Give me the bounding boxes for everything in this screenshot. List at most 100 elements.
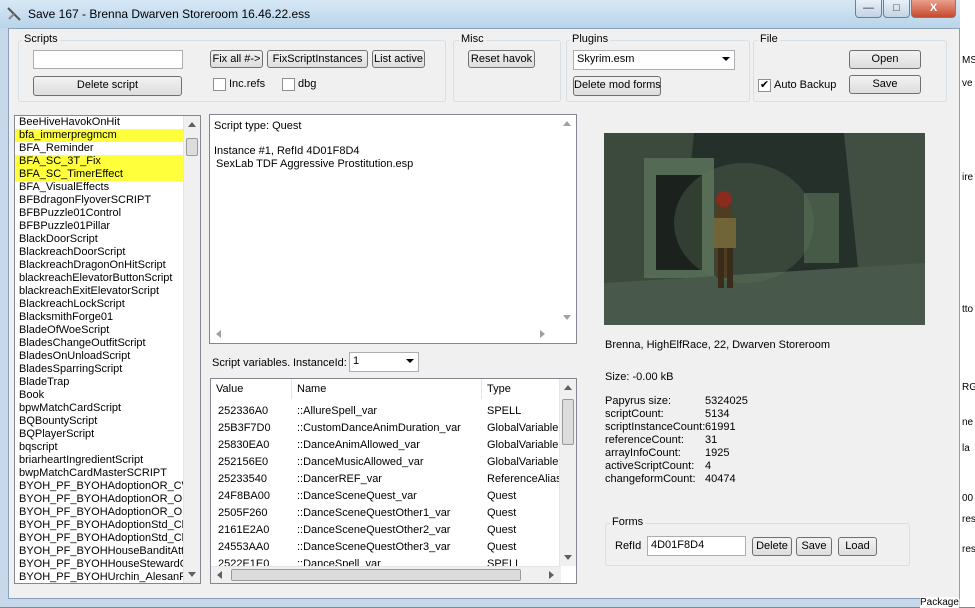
table-row[interactable]: 25B3F7D0::CustomDanceAnimDuration_var Glo… — [211, 420, 561, 437]
script-list-item[interactable]: BYOH_PF_BYOHAdoptionStd_Chil — [15, 532, 193, 545]
cell-value: 25233540 — [218, 473, 267, 485]
close-button[interactable]: X — [911, 0, 956, 18]
script-list-item[interactable]: BFBPuzzle01Pillar — [15, 220, 185, 233]
script-list-item[interactable]: bqscript — [15, 441, 185, 454]
variables-hscrollbar[interactable] — [211, 566, 561, 583]
scroll-up-arrow-icon[interactable] — [564, 385, 572, 390]
script-list-item[interactable]: BeeHiveHavokOnHit — [15, 116, 185, 129]
script-list-item[interactable]: BFA_SC_3T_Fix — [15, 155, 185, 168]
script-list-item[interactable]: blackreachElevatorButtonScript — [15, 272, 185, 285]
delete-mod-forms-button[interactable]: Delete mod forms — [573, 76, 661, 96]
script-list-item[interactable]: BladesSparringScript — [15, 363, 185, 376]
details-scrollbar[interactable] — [559, 115, 576, 326]
script-list-item[interactable]: BYOH_PF_BYOHAdoptionOR_CW — [15, 480, 192, 493]
maximize-button[interactable]: □ — [883, 0, 910, 18]
script-list-item[interactable]: BYOH_PF_BYOHAdoptionStd_Chil — [15, 519, 193, 532]
cell-value: 25830EA0 — [218, 439, 270, 451]
cell-type: Quest — [487, 507, 517, 519]
script-list-item[interactable]: BQPlayerScript — [15, 428, 185, 441]
scroll-right-arrow-icon[interactable] — [549, 571, 554, 579]
refid-input[interactable]: 4D01F8D4 — [647, 536, 746, 556]
inc-refs-checkbox[interactable] — [213, 78, 226, 91]
script-list-item[interactable]: BYOH_PF_BYOHHouseStewardOf — [15, 558, 191, 571]
script-list-item[interactable]: BladeOfWoeScript — [15, 324, 185, 337]
script-list-item[interactable]: BlackreachLockScript — [15, 298, 185, 311]
script-list-scrollbar[interactable] — [183, 116, 200, 583]
script-list-item[interactable]: BlacksmithForge01 — [15, 311, 185, 324]
instance-id-select[interactable]: 1 — [349, 352, 419, 372]
cell-type: ReferenceAlias — [487, 473, 561, 485]
open-button[interactable]: Open — [849, 50, 921, 69]
table-row[interactable]: 252156E0::DanceMusicAllowed_var GlobalVar… — [211, 454, 561, 471]
scroll-up-arrow-icon[interactable] — [188, 122, 196, 127]
save-size: Size: -0.00 kB — [605, 371, 674, 383]
variables-scrollbar[interactable] — [559, 379, 576, 566]
minimize-button[interactable]: — — [855, 0, 882, 18]
plugin-select[interactable]: Skyrim.esm — [573, 50, 735, 70]
table-row[interactable]: 252336A0::AllureSpell_var SPELL — [211, 403, 561, 420]
form-delete-button[interactable]: Delete — [752, 537, 792, 556]
variables-scroll-thumb[interactable] — [562, 399, 574, 445]
script-list-item[interactable]: BladesChangeOutfitScript — [15, 337, 185, 350]
fix-all-button[interactable]: Fix all #-> — [210, 50, 263, 68]
scroll-down-arrow-icon[interactable] — [188, 572, 196, 577]
script-list[interactable]: BeeHiveHavokOnHit bfa_immerpregmcm BFA_Rem… — [14, 115, 201, 584]
script-list-item[interactable]: BQBountyScript — [15, 415, 185, 428]
script-list-item[interactable]: blackreachExitElevatorScript — [15, 285, 185, 298]
table-row[interactable]: 2505F260::DanceSceneQuestOther1_var Quest — [211, 505, 561, 522]
table-row[interactable]: 24F8BA00::DanceSceneQuest_var Quest — [211, 488, 561, 505]
stat-value: 1925 — [705, 447, 730, 459]
fix-script-instances-button[interactable]: FixScriptInstances — [267, 50, 368, 68]
scroll-left-arrow-icon[interactable] — [217, 571, 222, 579]
script-list-item[interactable]: bpwMatchCardScript — [15, 402, 185, 415]
script-list-item[interactable]: BYOH_PF_BYOHUrchin_AlesanRu — [15, 571, 193, 583]
column-header-value[interactable]: Value — [211, 379, 292, 399]
script-list-item[interactable]: bfa_immerpregmcm — [15, 129, 185, 142]
scroll-down-arrow-icon[interactable] — [563, 315, 571, 320]
form-load-button[interactable]: Load — [838, 537, 877, 556]
scroll-left-arrow-icon[interactable] — [216, 330, 221, 338]
list-active-button[interactable]: List active — [372, 50, 425, 68]
dbg-checkbox[interactable] — [282, 78, 295, 91]
script-list-item[interactable]: BYOH_PF_BYOHAdoptionOR_Ord — [15, 506, 192, 519]
scroll-up-arrow-icon[interactable] — [563, 121, 571, 126]
variables-table[interactable]: Value Name Type 252336A0::AllureSpell_va… — [210, 378, 577, 584]
script-list-item[interactable]: BlackreachDragonOnHitScript — [15, 259, 185, 272]
column-header-type[interactable]: Type — [482, 379, 562, 399]
script-list-item[interactable]: BFA_Reminder — [15, 142, 185, 155]
auto-backup-checkbox[interactable]: ✔ — [758, 79, 771, 92]
table-row[interactable]: 25233540::DancerREF_var ReferenceAlias — [211, 471, 561, 488]
scroll-right-arrow-icon[interactable] — [540, 330, 545, 338]
script-list-item[interactable]: briarheartIngredientScript — [15, 454, 185, 467]
script-list-item[interactable]: BladesOnUnloadScript — [15, 350, 185, 363]
script-list-item[interactable]: bwpMatchCardMasterSCRIPT — [15, 467, 185, 480]
stat-key: scriptCount: — [605, 408, 664, 420]
table-row[interactable]: 2161E2A0::DanceSceneQuestOther2_var Quest — [211, 522, 561, 539]
script-list-item[interactable]: Book — [15, 389, 185, 402]
table-row[interactable]: 25830EA0::DanceAnimAllowed_var GlobalVari… — [211, 437, 561, 454]
delete-script-button[interactable]: Delete script — [33, 76, 182, 96]
scroll-down-arrow-icon[interactable] — [564, 555, 572, 560]
variables-hscroll-thumb[interactable] — [231, 569, 521, 581]
reset-havok-button[interactable]: Reset havok — [468, 50, 535, 68]
script-list-scroll-thumb[interactable] — [186, 138, 198, 156]
script-list-item[interactable]: BFBdragonFlyoverSCRIPT — [15, 194, 185, 207]
table-row[interactable]: 24553AA0::DanceSceneQuestOther3_var Quest — [211, 539, 561, 556]
script-list-item[interactable]: BlackDoorScript — [15, 233, 185, 246]
script-list-item[interactable]: BYOH_PF_BYOHAdoptionOR_Ord — [15, 493, 192, 506]
save-button[interactable]: Save — [849, 75, 921, 94]
script-list-item[interactable]: BFA_SC_TimerEffect — [15, 168, 185, 181]
script-list-item[interactable]: BladeTrap — [15, 376, 185, 389]
details-hscrollbar[interactable] — [210, 326, 576, 343]
column-header-name[interactable]: Name — [292, 379, 482, 399]
script-details-box[interactable]: Script type: Quest Instance #1, RefId 4D… — [209, 114, 577, 344]
auto-backup-label: Auto Backup — [774, 79, 837, 91]
script-list-item[interactable]: BYOH_PF_BYOHHouseBanditAtta — [15, 545, 190, 558]
stat-key: referenceCount: — [605, 434, 684, 446]
form-save-button[interactable]: Save — [796, 537, 832, 556]
script-list-item[interactable]: BFA_VisualEffects — [15, 181, 185, 194]
script-search-input[interactable] — [33, 50, 183, 69]
script-list-item[interactable]: BlackreachDoorScript — [15, 246, 185, 259]
script-list-item[interactable]: BFBPuzzle01Control — [15, 207, 185, 220]
title-bar[interactable]: Save 167 - Brenna Dwarven Storeroom 16.4… — [0, 0, 960, 28]
